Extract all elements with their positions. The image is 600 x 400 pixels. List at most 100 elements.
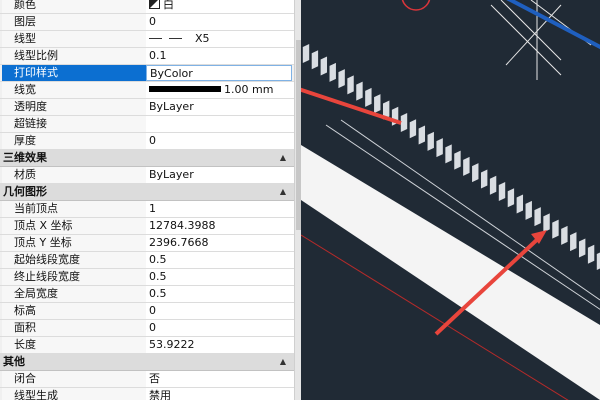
property-row[interactable]: 线宽 1.00 mm — [0, 82, 294, 99]
lineweight-preview-icon — [149, 86, 221, 92]
dash-segment — [400, 113, 408, 132]
property-row[interactable]: 厚度 0 — [0, 133, 294, 150]
property-value[interactable]: 0.1 — [146, 48, 294, 64]
collapse-caret-icon[interactable]: ▲ — [280, 354, 286, 370]
property-value[interactable]: 0 — [146, 133, 294, 149]
drawing-area[interactable] — [301, 0, 600, 400]
dash-segment — [356, 81, 363, 101]
property-value[interactable]: 0.5 — [146, 252, 294, 268]
property-value[interactable]: ByLayer — [146, 99, 294, 115]
property-label: 顶点 X 坐标 — [2, 218, 149, 234]
dash-segment — [365, 87, 372, 107]
property-label: 长度 — [2, 337, 149, 353]
property-row[interactable]: 标高 0 — [0, 303, 294, 320]
property-value[interactable]: 12784.3988 — [146, 218, 294, 234]
property-value[interactable]: ByColor — [146, 65, 292, 81]
property-value-text: 0 — [149, 134, 156, 147]
thick-white-polyline — [301, 145, 600, 400]
property-value[interactable]: 禁用 — [146, 388, 294, 400]
section-header-misc[interactable]: 其他 ▲ — [0, 354, 294, 371]
property-label: 透明度 — [2, 99, 149, 115]
property-value[interactable]: 0.5 — [146, 269, 294, 285]
property-value[interactable]: 0 — [146, 14, 294, 30]
property-label: 厚度 — [2, 133, 149, 149]
property-row[interactable]: 线型 X5 — [0, 31, 294, 48]
property-label: 面积 — [2, 320, 149, 336]
property-row[interactable]: 顶点 X 坐标 12784.3988 — [0, 218, 294, 235]
dash-segment — [472, 163, 479, 183]
property-value-text: 53.9222 — [149, 338, 195, 351]
crosshair-lines — [490, 0, 592, 80]
color-swatch-icon — [149, 0, 160, 9]
section-header-three_d[interactable]: 三维效果 ▲ — [0, 150, 294, 167]
property-row[interactable]: 当前顶点 1 — [0, 201, 294, 218]
dash-segment — [498, 182, 506, 201]
property-value[interactable]: 1.00 mm — [146, 82, 294, 98]
property-row[interactable]: 图层 0 — [0, 14, 294, 31]
property-row[interactable]: 超链接 — [0, 116, 294, 133]
property-label: 超链接 — [2, 116, 149, 132]
property-row[interactable]: 线型比例 0.1 — [0, 48, 294, 65]
property-value-text: 0.1 — [149, 49, 167, 62]
property-value-text: ByLayer — [149, 100, 194, 113]
blue-axis-line — [506, 0, 600, 50]
property-row[interactable]: 打印样式 ByColor — [0, 65, 294, 82]
property-label: 线型生成 — [2, 388, 149, 400]
property-row[interactable]: 闭合否 — [0, 371, 294, 388]
dash-segment — [480, 169, 488, 189]
property-value-text: 禁用 — [149, 389, 171, 400]
property-row[interactable]: 面积 0 — [0, 320, 294, 337]
property-value[interactable]: 1 — [146, 201, 294, 217]
collapse-caret-icon[interactable]: ▲ — [280, 150, 286, 166]
dash-segment — [552, 219, 559, 239]
model-space-canvas[interactable] — [301, 0, 600, 400]
section-header-geometry[interactable]: 几何图形 ▲ — [0, 184, 294, 201]
dash-segment — [561, 225, 568, 245]
property-value-text: 白 — [163, 0, 174, 11]
property-value[interactable]: 0.5 — [146, 286, 294, 302]
linetype-preview-icon — [149, 34, 189, 43]
dash-segment — [374, 94, 381, 114]
property-value-text: 1.00 mm — [224, 83, 274, 96]
property-row[interactable]: 顶点 Y 坐标 2396.7668 — [0, 235, 294, 252]
property-value-text: 2396.7668 — [149, 236, 209, 249]
property-value-text: 0 — [149, 15, 156, 28]
dash-segment — [516, 194, 524, 214]
dash-segment — [543, 213, 550, 233]
property-row[interactable]: 长度 53.9222 — [0, 337, 294, 354]
property-label: 标高 — [2, 303, 149, 319]
property-label: 起始线段宽度 — [2, 252, 149, 268]
property-value[interactable]: ByLayer — [146, 167, 294, 183]
property-value[interactable]: 0 — [146, 320, 294, 336]
property-value-text: 否 — [149, 372, 160, 385]
property-value-text: 12784.3988 — [149, 219, 216, 232]
property-value[interactable]: X5 — [146, 31, 294, 47]
dash-segment — [329, 62, 336, 82]
property-value-text: 0.5 — [149, 253, 167, 266]
property-label: 线型比例 — [2, 48, 149, 64]
property-value-text: 0 — [149, 304, 156, 317]
dash-segment — [534, 207, 541, 227]
property-value-text: X5 — [195, 32, 210, 45]
property-value[interactable]: 2396.7668 — [146, 235, 294, 251]
property-value-text: 0.5 — [149, 287, 167, 300]
dash-segment — [418, 125, 426, 145]
property-row[interactable]: 起始线段宽度 0.5 — [0, 252, 294, 269]
property-value[interactable]: 白 — [146, 0, 294, 13]
property-value-text: 0.5 — [149, 270, 167, 283]
collapse-caret-icon[interactable]: ▲ — [280, 184, 286, 200]
property-row[interactable]: 终止线段宽度 0.5 — [0, 269, 294, 286]
section-title: 其他 — [3, 355, 25, 368]
property-row[interactable]: 材质 ByLayer — [0, 167, 294, 184]
dash-segment — [409, 119, 417, 139]
property-row[interactable]: 全局宽度 0.5 — [0, 286, 294, 303]
property-value[interactable] — [146, 116, 294, 132]
property-row[interactable]: 线型生成 禁用 — [0, 388, 294, 400]
property-row[interactable]: 颜色 白 — [0, 0, 294, 14]
property-value[interactable]: 0 — [146, 303, 294, 319]
dash-segment — [570, 232, 577, 252]
property-row[interactable]: 透明度 ByLayer — [0, 99, 294, 116]
property-label: 图层 — [2, 14, 149, 30]
property-value[interactable]: 否 — [146, 371, 294, 387]
property-value[interactable]: 53.9222 — [146, 337, 294, 353]
